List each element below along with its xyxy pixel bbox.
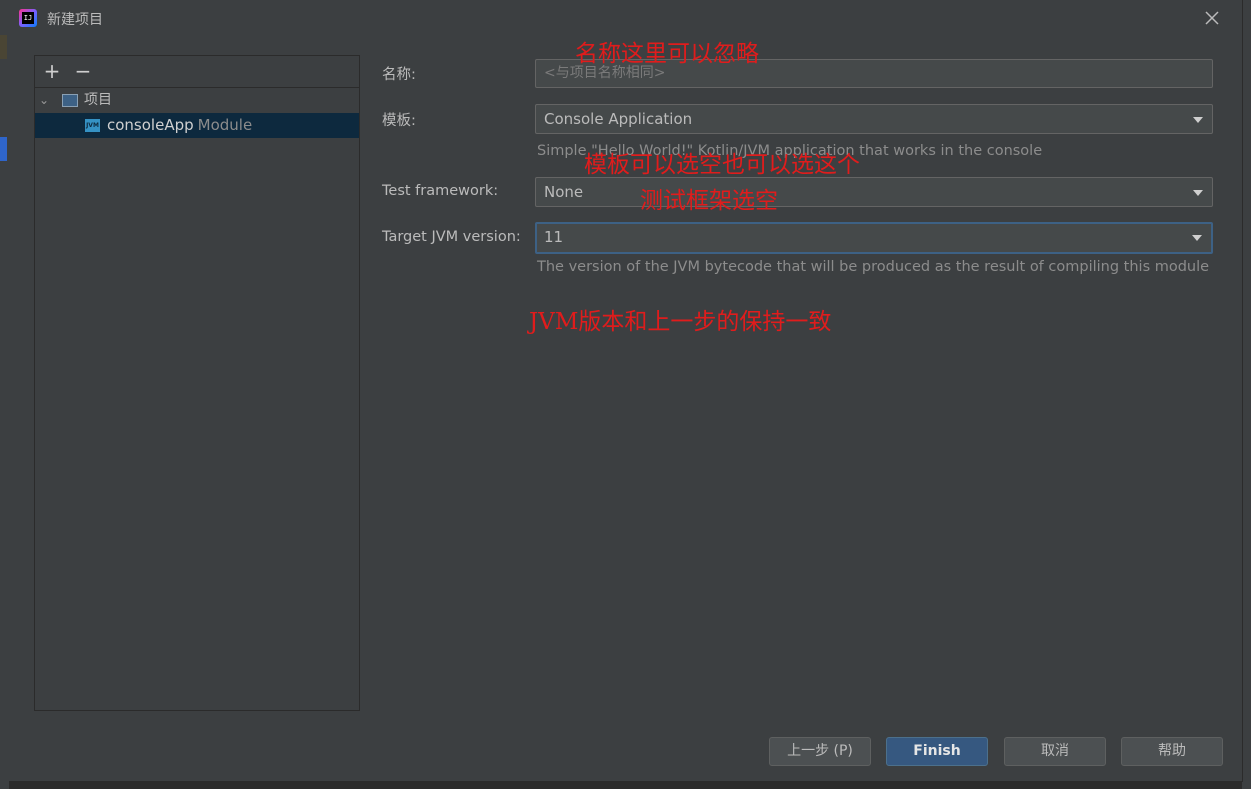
target-jvm-hint: The version of the JVM bytecode that wil… [537,259,1210,275]
dropdown-arrow-icon[interactable] [1192,178,1204,206]
annotation-template: 模板可以选空也可以选这个 [584,152,860,178]
chevron-down-icon[interactable]: ⌄ [39,88,51,113]
folder-icon [62,94,78,107]
remove-module-button[interactable]: − [73,61,93,81]
intellij-logo-icon: IJ [19,9,37,27]
dropdown-arrow-icon[interactable] [1192,105,1204,133]
tree-module-label: consoleApp Module [107,113,252,138]
annotation-test-framework: 测试框架选空 [640,188,778,214]
background-ide-edge [0,0,9,789]
tree-root-item[interactable]: ⌄ 项目 [35,88,359,113]
help-button[interactable]: 帮助 [1121,737,1223,766]
tree-root-label: 项目 [84,92,112,108]
dialog-titlebar: IJ 新建项目 [9,0,1242,36]
target-jvm-select[interactable]: 11 [535,222,1213,254]
previous-button[interactable]: 上一步 (P) [769,737,871,766]
module-name: consoleApp [107,116,194,134]
test-framework-value: None [544,183,584,201]
test-framework-select[interactable]: None [535,177,1213,207]
dialog-title: 新建项目 [47,12,103,28]
template-select[interactable]: Console Application [535,104,1213,134]
target-jvm-label: Target JVM version: [382,229,521,245]
test-framework-label: Test framework: [382,183,499,199]
jvm-module-icon: JVM [85,119,100,132]
name-label: 名称: [382,67,416,83]
tree-module-item[interactable]: JVM consoleApp Module [35,113,359,138]
background-ide-marker [0,35,7,59]
module-suffix: Module [197,116,253,134]
tree-toolbar: + − [35,56,359,88]
template-value: Console Application [544,110,693,128]
target-jvm-value: 11 [544,228,564,246]
background-ide-selection [0,137,7,161]
finish-button[interactable]: Finish [886,737,988,766]
annotation-jvm: JVM版本和上一步的保持一致 [529,309,832,335]
template-label: 模板: [382,113,416,129]
module-tree-panel: + − ⌄ 项目 JVM consoleApp Module [34,55,360,711]
annotation-name: 名称这里可以忽略 [575,41,759,67]
cancel-button[interactable]: 取消 [1004,737,1106,766]
dropdown-arrow-icon[interactable] [1191,224,1203,252]
close-icon[interactable] [1202,8,1222,28]
new-project-dialog: IJ 新建项目 + − ⌄ 项目 JVM consoleApp Module 名称… [9,0,1243,782]
background-ide-edge-right [1242,0,1251,789]
add-module-button[interactable]: + [42,61,62,81]
